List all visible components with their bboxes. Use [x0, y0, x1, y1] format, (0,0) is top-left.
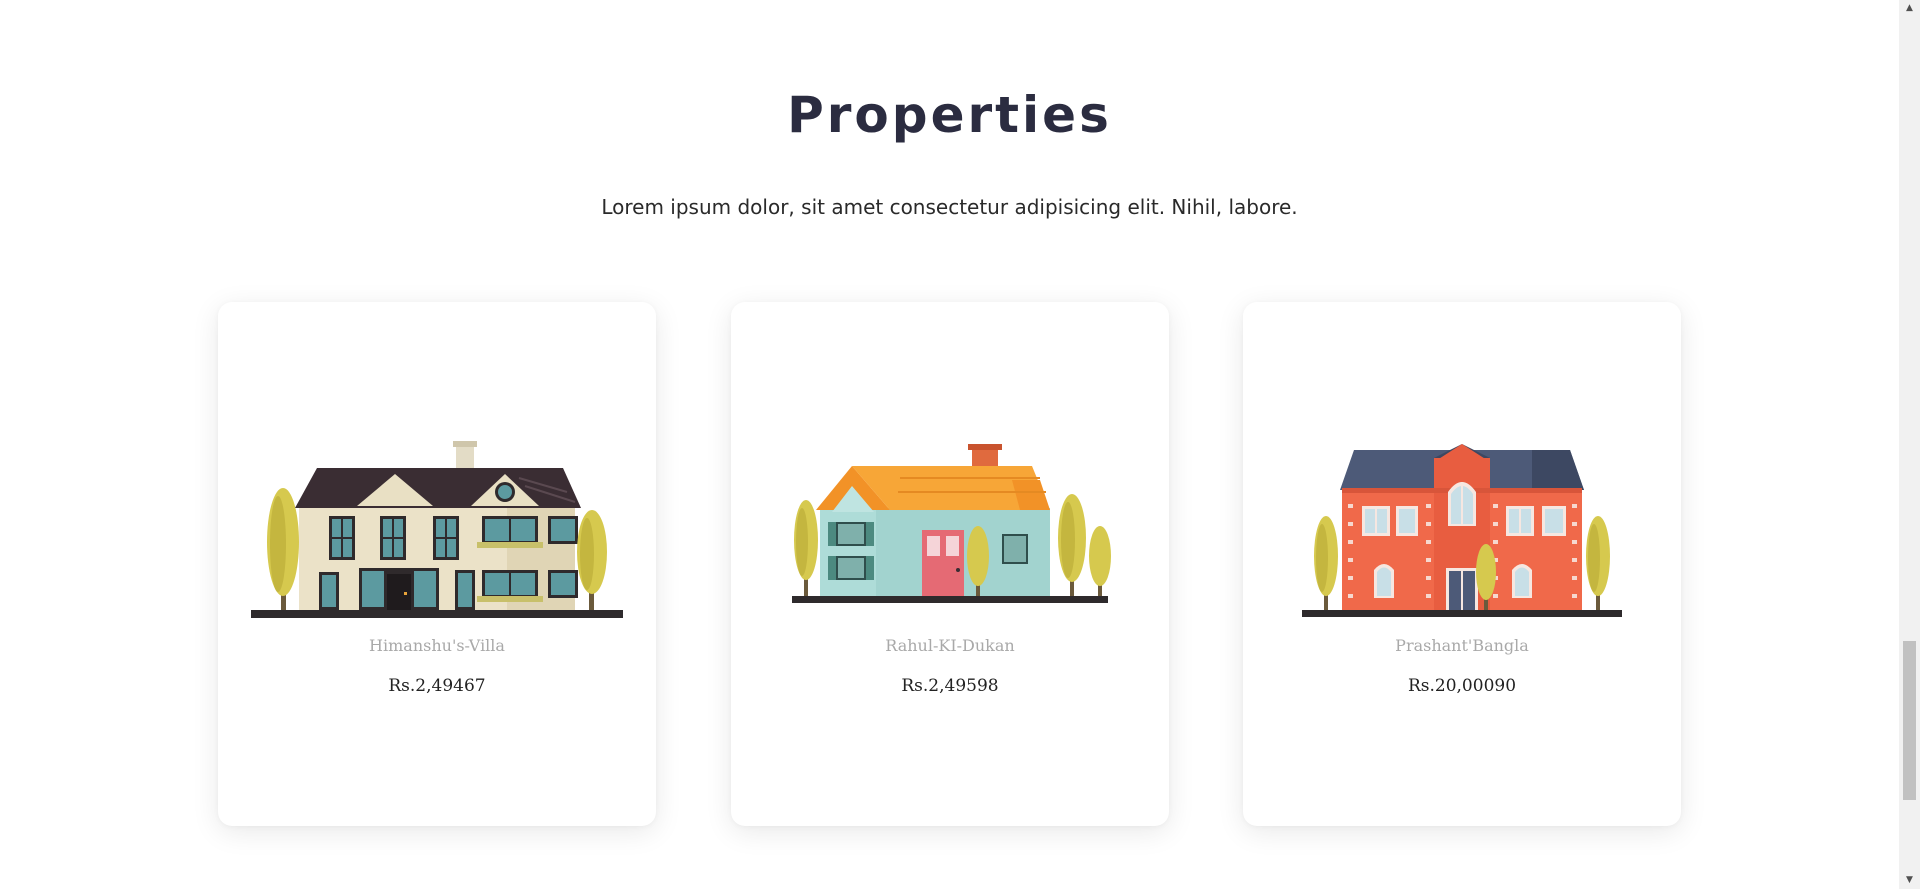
scroll-down-arrow-icon[interactable]: ▼ [1899, 872, 1920, 889]
property-name: Rahul-KI-Dukan [885, 636, 1015, 655]
vertical-scrollbar[interactable]: ▲ ▼ [1899, 0, 1920, 889]
properties-section: Properties Lorem ipsum dolor, sit amet c… [0, 0, 1899, 889]
property-price: Rs.2,49598 [901, 676, 999, 696]
scrollbar-thumb[interactable] [1903, 641, 1916, 800]
property-card[interactable]: Prashant'Bangla Rs.20,00090 [1243, 302, 1681, 826]
property-price: Rs.2,49467 [388, 676, 486, 696]
property-name: Himanshu's-Villa [369, 636, 505, 655]
scroll-up-arrow-icon[interactable]: ▲ [1899, 0, 1920, 17]
section-subtitle: Lorem ipsum dolor, sit amet consectetur … [601, 195, 1298, 219]
villa-house-icon [251, 441, 623, 618]
property-card[interactable]: Rahul-KI-Dukan Rs.2,49598 [731, 302, 1169, 826]
brick-mansion-icon [1302, 444, 1622, 617]
property-name: Prashant'Bangla [1395, 636, 1529, 655]
cottage-house-icon [792, 444, 1111, 603]
property-card[interactable]: Himanshu's-Villa Rs.2,49467 [218, 302, 656, 826]
property-price: Rs.20,00090 [1407, 676, 1517, 696]
section-title: Properties [787, 86, 1112, 144]
